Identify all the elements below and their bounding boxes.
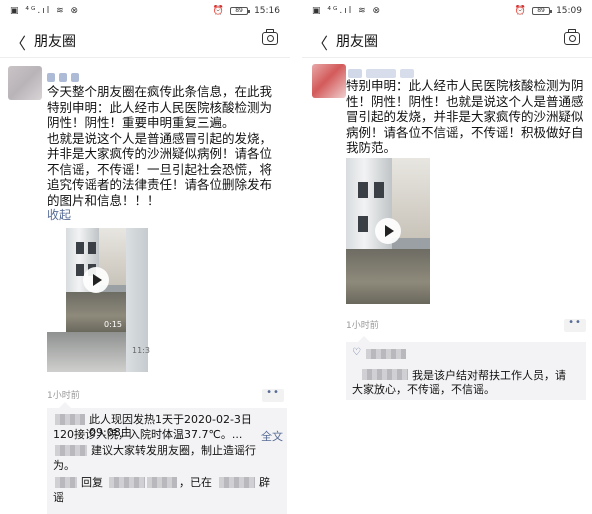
image-divider <box>290 0 302 514</box>
comment-3-line-1: ，已在 <box>179 476 212 489</box>
video-thumbnail[interactable]: 0:15 <box>66 228 126 332</box>
collapse-link[interactable]: 收起 <box>47 206 71 223</box>
comment-3-line-1-end: 辟 <box>259 476 270 489</box>
commenter-redacted[interactable] <box>362 369 408 380</box>
reply-text-redacted <box>147 477 177 488</box>
comment-1-line-2: 120接诊入院，入院时体温37.7℃。... <box>53 428 243 441</box>
status-bar: ▣ ⁴ᴳ.ıl ≋ ⊗ ⏰ 89 15:16 <box>0 0 290 22</box>
nav-bar: 〈 朋友圈 <box>0 22 290 58</box>
post-text: 特别申明：此人经市人民医院核酸检测为阴性！阴性！阴性！也就是说这个人是普通感冒引… <box>346 78 584 155</box>
status-icons: ▣ ⁴ᴳ.ıl ≋ ⊗ <box>10 6 81 16</box>
comment-2-line-1: 建议大家转发朋友圈，制止造谣行 <box>91 444 256 457</box>
camera-icon[interactable] <box>564 29 580 45</box>
right-screenshot: ▣ ⁴ᴳ.ıl ≋ ⊗ ⏰ 89 15:09 〈 朋友圈 特别申明：此人经市人民… <box>302 0 592 514</box>
avatar[interactable] <box>8 66 42 100</box>
full-text-link[interactable]: 全文 <box>261 428 283 444</box>
page-title: 朋友圈 <box>336 34 378 50</box>
heart-icon: ♡ <box>352 347 361 358</box>
status-bar: ▣ ⁴ᴳ.ıl ≋ ⊗ ⏰ 89 15:09 <box>302 0 592 22</box>
more-options-button[interactable]: •• <box>262 388 284 402</box>
battery-icon: 89 <box>532 7 553 15</box>
comment-3-reply: 回复 <box>81 476 103 489</box>
comment-2-line-2: 为。 <box>53 459 75 472</box>
more-options-button[interactable]: •• <box>564 318 586 332</box>
commenter-redacted[interactable] <box>55 414 85 425</box>
comments-section: ♡ 我是该户结对帮扶工作人员，请 大家放心，不传谣，不信谣。 <box>346 336 586 400</box>
reply-target-redacted[interactable] <box>109 477 145 488</box>
alarm-icon: ⏰ <box>212 6 225 16</box>
comments-section: 此人现因发热1天于2020-02-3日 09:08由 120接诊入院，入院时体温… <box>47 402 287 514</box>
comment-1-line-2: 大家放心，不传谣，不信谣。 <box>352 383 495 396</box>
left-screenshot: ▣ ⁴ᴳ.ıl ≋ ⊗ ⏰ 89 15:16 〈 朋友圈 今天整个朋友圈在疯传此… <box>0 0 290 514</box>
page-title: 朋友圈 <box>34 34 76 50</box>
commenter-redacted[interactable] <box>55 477 77 488</box>
status-time: 15:09 <box>556 6 582 16</box>
post-timestamp: 1小时前 <box>47 391 80 401</box>
likers-redacted[interactable] <box>366 349 406 359</box>
back-icon[interactable]: 〈 <box>312 30 328 54</box>
play-icon[interactable] <box>83 267 109 293</box>
video-thumbnail[interactable] <box>346 158 430 304</box>
comment-1-line-1: 我是该户结对帮扶工作人员，请 <box>412 369 566 382</box>
video-reflection <box>47 332 126 372</box>
nav-bar: 〈 朋友圈 <box>302 22 592 58</box>
commenter-redacted[interactable] <box>55 445 87 456</box>
camera-icon[interactable] <box>262 29 278 45</box>
status-icons: ▣ ⁴ᴳ.ıl ≋ ⊗ <box>312 6 383 16</box>
redacted-text <box>219 477 255 488</box>
play-icon[interactable] <box>375 218 401 244</box>
username-redacted[interactable] <box>47 70 79 84</box>
status-time: 15:16 <box>254 6 280 16</box>
alarm-icon: ⏰ <box>514 6 527 16</box>
media-time-label: 11:3 <box>132 346 150 355</box>
comment-3-line-2: 谣 <box>53 491 64 504</box>
video-duration: 0:15 <box>104 320 122 329</box>
post-text: 今天整个朋友圈在疯传此条信息，在此我特别申明：此人经市人民医院核酸检测为阴性！阴… <box>47 84 273 208</box>
back-icon[interactable]: 〈 <box>10 30 26 54</box>
post-timestamp: 1小时前 <box>346 321 379 331</box>
battery-icon: 89 <box>230 7 251 15</box>
avatar[interactable] <box>312 64 346 98</box>
